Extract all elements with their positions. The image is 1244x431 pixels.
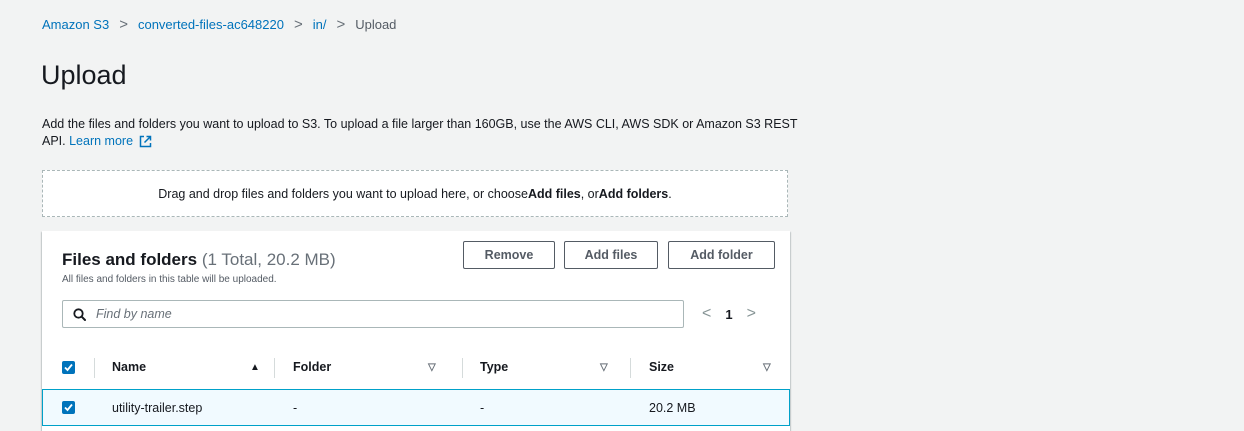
row-type: - (480, 400, 485, 415)
panel-count: (1 Total, 20.2 MB) (201, 250, 336, 269)
dropzone-add-files-text: Add files (527, 186, 581, 201)
pagination: < 1 > (702, 305, 756, 323)
select-all-checkbox-icon[interactable] (62, 360, 75, 374)
column-header-folder-label: Folder (293, 360, 332, 374)
remove-button[interactable]: Remove (463, 241, 555, 269)
panel-title: Files and folders (1 Total, 20.2 MB) (62, 250, 336, 270)
sort-ascending-icon[interactable]: ▲ (250, 362, 260, 373)
sort-icon[interactable]: ▽ (763, 362, 771, 373)
row-checkbox-icon[interactable] (62, 401, 75, 414)
column-header-type-label: Type (480, 360, 509, 374)
add-folder-button[interactable]: Add folder (668, 241, 775, 269)
dropzone-text-middle: , or (580, 186, 599, 201)
learn-more-label: Learn more (69, 134, 134, 148)
current-page-number[interactable]: 1 (725, 307, 732, 322)
breadcrumb-current: Upload (355, 17, 397, 32)
table-header: Name ▲ Folder ▽ Type ▽ Size ▽ (42, 346, 790, 388)
search-icon (73, 307, 86, 321)
search-input[interactable] (94, 306, 683, 322)
external-link-icon (139, 135, 151, 148)
column-header-size-label: Size (649, 360, 675, 374)
breadcrumb-item-folder[interactable]: in/ (313, 17, 327, 32)
description-text: Add the files and folders you want to up… (42, 117, 798, 148)
row-name: utility-trailer.step (112, 400, 203, 415)
panel-title-text: Files and folders (62, 250, 198, 269)
add-files-button[interactable]: Add files (564, 241, 658, 269)
breadcrumb-separator-icon: > (293, 16, 303, 33)
search-field[interactable] (62, 300, 684, 328)
sort-icon[interactable]: ▽ (428, 362, 436, 373)
next-page-icon[interactable]: > (747, 305, 756, 323)
dropzone-add-folders-text: Add folders (598, 186, 669, 201)
learn-more-link[interactable]: Learn more (69, 134, 151, 148)
row-select-cell[interactable] (62, 390, 75, 425)
breadcrumb-item-amazon-s3[interactable]: Amazon S3 (42, 17, 109, 32)
column-divider (274, 358, 275, 378)
previous-page-icon[interactable]: < (702, 305, 711, 323)
row-folder: - (293, 400, 298, 415)
panel-subtitle: All files and folders in this table will… (62, 274, 277, 285)
row-size: 20.2 MB (649, 400, 696, 415)
dropzone-text-suffix: . (668, 186, 672, 201)
files-and-folders-panel: Files and folders (1 Total, 20.2 MB) All… (42, 231, 790, 431)
select-all-cell[interactable] (62, 346, 75, 388)
breadcrumb-item-bucket[interactable]: converted-files-ac648220 (138, 17, 284, 32)
column-header-name-label: Name (112, 360, 147, 374)
column-divider (630, 358, 631, 378)
column-header-name[interactable]: Name ▲ (112, 346, 272, 388)
column-divider (462, 358, 463, 378)
table-row[interactable]: utility-trailer.step - - 20.2 MB (42, 389, 790, 426)
sort-icon[interactable]: ▽ (600, 362, 608, 373)
column-header-folder[interactable]: Folder ▽ (293, 346, 463, 388)
column-divider (94, 358, 95, 378)
breadcrumb-separator-icon: > (336, 16, 346, 33)
dropzone-text-prefix: Drag and drop files and folders you want… (158, 186, 528, 201)
breadcrumb: Amazon S3 > converted-files-ac648220 > i… (42, 16, 396, 33)
column-header-size[interactable]: Size ▽ (649, 346, 779, 388)
breadcrumb-separator-icon: > (119, 16, 128, 33)
column-header-type[interactable]: Type ▽ (480, 346, 620, 388)
page-description: Add the files and folders you want to up… (42, 116, 802, 150)
upload-dropzone[interactable]: Drag and drop files and folders you want… (42, 170, 788, 217)
page-title: Upload (41, 60, 127, 90)
